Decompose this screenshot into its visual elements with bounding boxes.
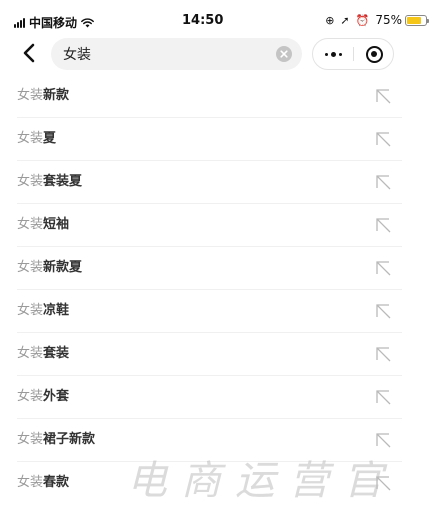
search-header <box>0 34 439 74</box>
suggestion-item[interactable]: 女装套装 <box>17 333 402 376</box>
search-input[interactable] <box>63 38 273 70</box>
suggestion-suffix: 套装 <box>43 346 70 361</box>
battery-percent: 75% <box>375 13 402 27</box>
suggestion-text: 女装凉鞋 <box>17 303 69 319</box>
suggestion-suffix: 短袖 <box>43 217 70 232</box>
suggestion-text: 女装新款 <box>17 88 69 104</box>
suggestion-text: 女装新款夏 <box>17 260 82 276</box>
signal-icon <box>14 17 26 28</box>
suggestion-suffix: 夏 <box>43 131 57 146</box>
search-box[interactable] <box>51 38 302 70</box>
fill-query-arrow-icon[interactable] <box>374 302 392 320</box>
suggestion-text: 女装春款 <box>17 475 69 491</box>
suggestion-prefix: 女装 <box>17 432 44 447</box>
back-button[interactable] <box>20 41 40 65</box>
suggestion-text: 女装套装 <box>17 346 69 362</box>
suggestion-prefix: 女装 <box>17 303 44 318</box>
suggestion-item[interactable]: 女装夏 <box>17 118 402 161</box>
suggestion-text: 女装裙子新款 <box>17 432 95 448</box>
alarm-icon: ⏰ <box>355 13 370 27</box>
suggestion-suffix: 套装夏 <box>43 174 83 189</box>
fill-query-arrow-icon[interactable] <box>374 259 392 277</box>
suggestion-prefix: 女装 <box>17 260 44 275</box>
wifi-icon <box>81 17 94 27</box>
suggestion-prefix: 女装 <box>17 475 44 490</box>
suggestion-suffix: 新款 <box>43 88 70 103</box>
location-icon: ➚ <box>340 13 350 27</box>
suggestion-text: 女装夏 <box>17 131 56 147</box>
battery-level <box>407 16 421 24</box>
suggestion-item[interactable]: 女装新款夏 <box>17 247 402 290</box>
suggestion-suffix: 裙子新款 <box>43 432 96 447</box>
clear-circle-icon[interactable] <box>276 46 292 62</box>
suggestion-prefix: 女装 <box>17 131 44 146</box>
fill-query-arrow-icon[interactable] <box>374 87 392 105</box>
suggestion-suffix: 凉鞋 <box>43 303 70 318</box>
mini-program-capsule <box>312 38 394 70</box>
status-right: ⊕ ➚ ⏰ 75% <box>325 13 429 27</box>
fill-query-arrow-icon[interactable] <box>374 345 392 363</box>
fill-query-arrow-icon[interactable] <box>374 474 392 492</box>
suggestion-prefix: 女装 <box>17 389 44 404</box>
suggestion-prefix: 女装 <box>17 346 44 361</box>
fill-query-arrow-icon[interactable] <box>374 388 392 406</box>
fill-query-arrow-icon[interactable] <box>374 216 392 234</box>
suggestion-item[interactable]: 女装裙子新款 <box>17 419 402 462</box>
fill-query-arrow-icon[interactable] <box>374 130 392 148</box>
suggestion-item[interactable]: 女装外套 <box>17 376 402 419</box>
suggestion-list: 女装新款 女装夏 女装套装夏 女装短袖 女装新款夏 女装凉鞋 女装套装 女装外套 女装裙子新款女… <box>0 75 439 505</box>
suggestion-item[interactable]: 女装短袖 <box>17 204 402 247</box>
suggestion-prefix: 女装 <box>17 217 44 232</box>
suggestion-prefix: 女装 <box>17 174 44 189</box>
fill-query-arrow-icon[interactable] <box>374 173 392 191</box>
battery-icon <box>405 14 429 26</box>
suggestion-text: 女装套装夏 <box>17 174 82 190</box>
carrier-label: 中国移动 <box>29 16 78 30</box>
screen-lock-icon: ⊕ <box>325 13 335 27</box>
status-bar: 中国移动 14:50 ⊕ ➚ ⏰ 75% <box>0 0 439 30</box>
suggestion-suffix: 新款夏 <box>43 260 83 275</box>
suggestion-item[interactable]: 女装套装夏 <box>17 161 402 204</box>
suggestion-text: 女装短袖 <box>17 217 69 233</box>
suggestion-suffix: 外套 <box>43 389 70 404</box>
more-dots-icon[interactable] <box>313 39 353 69</box>
suggestion-item[interactable]: 女装新款 <box>17 75 402 118</box>
suggestion-text: 女装外套 <box>17 389 69 405</box>
fill-query-arrow-icon[interactable] <box>374 431 392 449</box>
suggestion-prefix: 女装 <box>17 88 44 103</box>
suggestion-item[interactable]: 女装凉鞋 <box>17 290 402 333</box>
suggestion-item[interactable]: 女装春款 <box>17 462 402 505</box>
suggestion-suffix: 春款 <box>43 475 70 490</box>
status-left: 中国移动 <box>14 14 94 31</box>
clock: 14:50 <box>182 13 224 28</box>
mini-program-close-icon[interactable] <box>354 39 394 69</box>
